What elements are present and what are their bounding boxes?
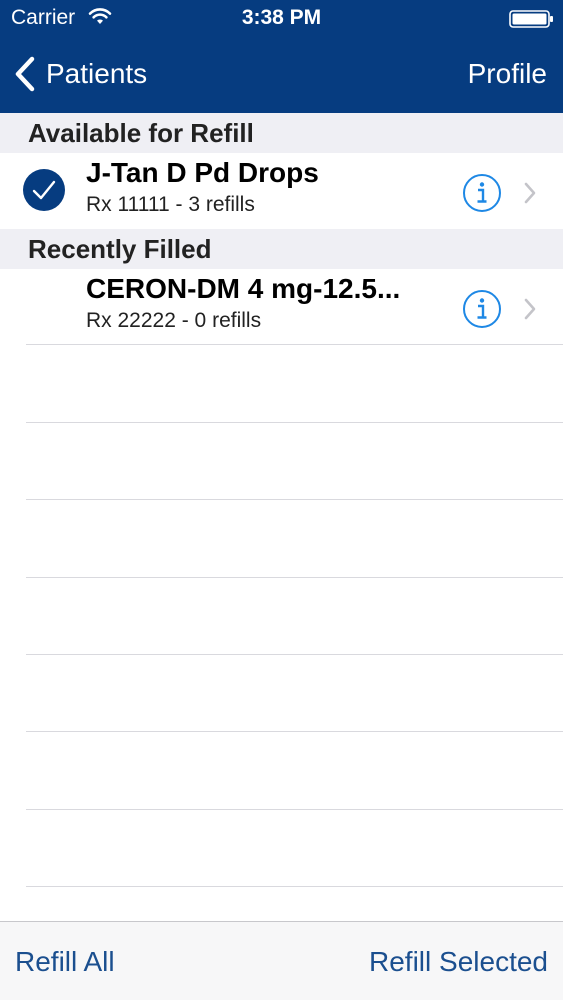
chevron-right-icon — [524, 298, 536, 320]
medication-detail: Rx 11111 - 3 refills — [86, 193, 255, 216]
row-separator — [26, 577, 563, 578]
medication-name: J-Tan D Pd Drops — [86, 157, 319, 188]
row-separator — [26, 654, 563, 655]
row-separator — [26, 886, 563, 887]
back-button[interactable]: Patients — [12, 54, 147, 94]
row-separator — [26, 809, 563, 810]
header: Carrier 3:38 PM Patients Profile — [0, 0, 563, 113]
list-item[interactable]: J-Tan D Pd Drops Rx 11111 - 3 refills — [0, 153, 563, 229]
chevron-right-icon — [524, 182, 536, 204]
chevron-left-icon — [15, 56, 35, 92]
info-icon[interactable] — [462, 173, 502, 213]
list-item[interactable]: CERON-DM 4 mg-12.5... Rx 22222 - 0 refil… — [0, 269, 563, 345]
battery-icon — [509, 10, 553, 28]
medication-name: CERON-DM 4 mg-12.5... — [86, 273, 401, 304]
bottom-toolbar: Refill All Refill Selected — [0, 921, 563, 1000]
row-separator — [26, 499, 563, 500]
status-time: 3:38 PM — [241, 6, 322, 29]
navigation-bar: Patients Profile — [0, 40, 563, 110]
status-bar: Carrier 3:38 PM — [0, 0, 563, 38]
medication-detail: Rx 22222 - 0 refills — [86, 309, 262, 332]
row-separator — [26, 731, 563, 732]
refill-selected-button[interactable]: Refill Selected — [369, 946, 548, 978]
checkmark-circle-icon[interactable] — [22, 168, 66, 212]
back-button-label: Patients — [46, 58, 148, 89]
row-separator — [26, 344, 563, 345]
row-separator — [26, 422, 563, 423]
info-icon[interactable] — [462, 289, 502, 329]
profile-button[interactable]: Profile — [468, 58, 547, 90]
section-header-recently-filled: Recently Filled — [0, 229, 563, 269]
refill-all-button[interactable]: Refill All — [15, 946, 115, 978]
section-header-available: Available for Refill — [0, 113, 563, 153]
